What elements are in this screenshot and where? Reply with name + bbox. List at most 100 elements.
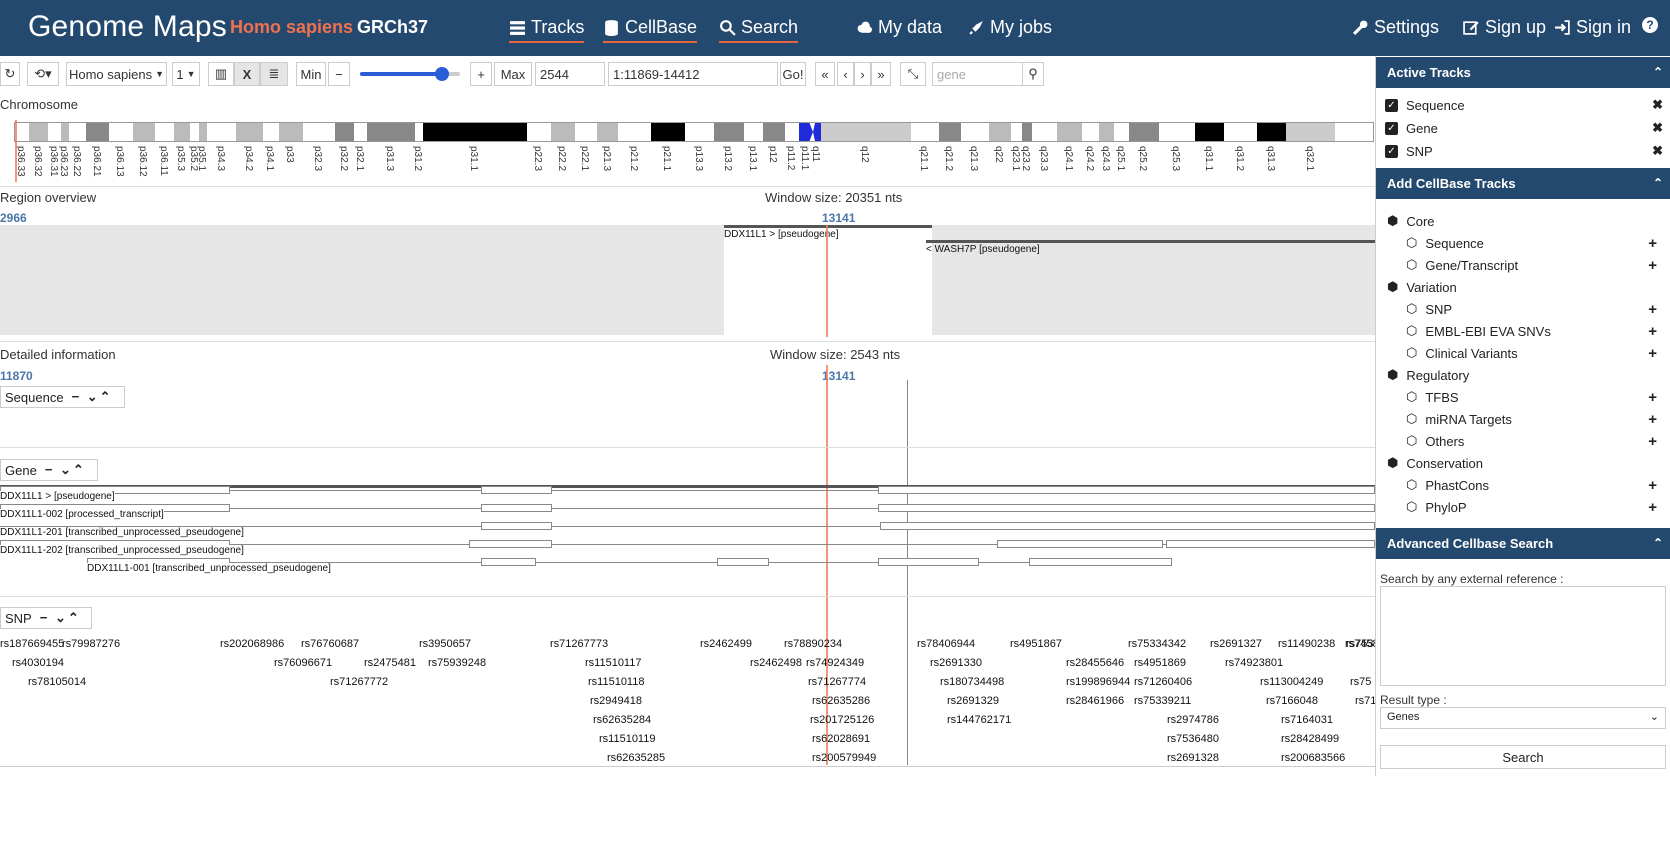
external-reference-input[interactable] [1380, 586, 1666, 686]
add-track-item[interactable]: ⬡ TFBS + [1376, 387, 1670, 407]
add-track-item[interactable]: ⬡ Clinical Variants + [1376, 343, 1670, 363]
snp-label[interactable]: rs200579949 [812, 752, 876, 764]
add-track-item[interactable]: ⬡ PhyloP + [1376, 497, 1670, 517]
zoom-out-button[interactable]: − [328, 62, 350, 86]
snp-label[interactable]: rs2691327 [1210, 638, 1262, 650]
chromosome-band[interactable] [236, 123, 263, 141]
chromosome-band[interactable] [1224, 123, 1257, 141]
compress-button[interactable]: ⤡ [900, 62, 926, 86]
exon[interactable] [1166, 540, 1375, 548]
snp-label[interactable]: rs4951869 [1134, 657, 1186, 669]
chromosome-band[interactable] [1032, 123, 1057, 141]
snp-label[interactable]: rs71267774 [808, 676, 866, 688]
chromosome-band[interactable] [279, 123, 303, 141]
snp-label[interactable]: rs202068986 [220, 638, 284, 650]
chromosome-band[interactable] [911, 123, 939, 141]
checkbox-icon[interactable]: ✓ [1385, 98, 1398, 112]
chromosome-band[interactable] [354, 123, 367, 141]
snp-label[interactable]: rs201725126 [810, 714, 874, 726]
track-group-row[interactable]: ⬢ Conservation [1376, 453, 1670, 473]
add-track-item[interactable]: ⬡ EMBL-EBI EVA SNVs + [1376, 321, 1670, 341]
snp-label[interactable]: rs2974786 [1167, 714, 1219, 726]
add-track-item[interactable]: ⬡ miRNA Targets + [1376, 409, 1670, 429]
chromosome-band[interactable] [1057, 123, 1082, 141]
add-track-item[interactable]: ⬡ Others + [1376, 431, 1670, 451]
snp-label[interactable]: rs74923801 [1225, 657, 1283, 669]
chromosome-band[interactable] [618, 123, 651, 141]
snp-label[interactable]: rs11510119 [599, 733, 655, 745]
chromosome-band[interactable] [799, 123, 813, 141]
add-track-item[interactable]: ⬡ SNP + [1376, 299, 1670, 319]
advanced-search-header[interactable]: Advanced Cellbase Search ⌃ [1376, 528, 1670, 559]
zoom-slider[interactable] [360, 67, 460, 81]
nav-myjobs[interactable]: My jobs [968, 17, 1052, 38]
move-left-button[interactable]: ‹ [837, 62, 854, 86]
chromosome-band[interactable] [415, 123, 423, 141]
snp-label[interactable]: rs62028691 [812, 733, 870, 745]
snp-label[interactable]: rs28428499 [1281, 733, 1339, 745]
chromosome-band[interactable] [15, 123, 29, 141]
snp-label[interactable]: rs2462499 [700, 638, 752, 650]
add-tracks-header[interactable]: Add CellBase Tracks ⌃ [1376, 168, 1670, 199]
chromosome-band[interactable] [651, 123, 685, 141]
snp-label[interactable]: rs78105014 [28, 676, 86, 688]
snp-label[interactable]: rs79987276 [62, 638, 120, 650]
region-input[interactable]: 1:11869-14412 [608, 62, 778, 86]
exon[interactable] [1029, 558, 1172, 566]
chromosome-band[interactable] [1082, 123, 1099, 141]
chromosome-band[interactable] [1129, 123, 1159, 141]
chromosome-band[interactable] [69, 123, 86, 141]
active-track-row[interactable]: ✓ SNP ✖ [1376, 141, 1670, 161]
exon[interactable] [717, 558, 769, 566]
snp-label[interactable]: rs71260406 [1134, 676, 1192, 688]
snp-label[interactable]: rs2949418 [590, 695, 642, 707]
active-track-row[interactable]: ✓ Gene ✖ [1376, 118, 1670, 138]
snp-label[interactable]: rs2691330 [930, 657, 982, 669]
chromosome-band[interactable] [48, 123, 61, 141]
plus-icon[interactable]: + [1648, 499, 1657, 516]
track-controls[interactable]: − ⌄⌃ [40, 610, 81, 626]
track-controls[interactable]: − ⌄⌃ [72, 389, 113, 405]
snp-label[interactable]: rs200683566 [1281, 752, 1345, 764]
chromosome-band[interactable] [29, 123, 48, 141]
exon[interactable] [481, 504, 552, 512]
snp-label[interactable]: rs187669455 [0, 638, 64, 650]
chromosome-band[interactable] [335, 123, 354, 141]
exon[interactable] [481, 522, 552, 530]
plus-icon[interactable]: + [1648, 323, 1657, 340]
snp-label[interactable]: rs199896944 [1066, 676, 1130, 688]
chromosome-band[interactable] [303, 123, 335, 141]
gene-track-header[interactable]: Gene − ⌄⌃ [0, 459, 98, 481]
snp-label[interactable]: rs4951867 [1010, 638, 1062, 650]
chromosome-band[interactable] [575, 123, 597, 141]
snp-label[interactable]: rs753 [1346, 638, 1374, 650]
add-track-item[interactable]: ⬡ Sequence + [1376, 233, 1670, 253]
species-name[interactable]: Homo sapiens [230, 17, 353, 37]
snp-label[interactable]: rs71267772 [330, 676, 388, 688]
add-track-item[interactable]: ⬡ Gene/Transcript + [1376, 255, 1670, 275]
history-button[interactable]: ⟲▾ [27, 62, 59, 86]
chromosome-band[interactable] [1011, 123, 1022, 141]
chromosome-band[interactable] [133, 123, 155, 141]
exon[interactable] [878, 486, 1375, 494]
snp-label[interactable]: rs4030194 [12, 657, 64, 669]
chromosome-band[interactable] [551, 123, 575, 141]
chromosome-band[interactable] [1286, 123, 1335, 141]
snp-label[interactable]: rs62635284 [593, 714, 651, 726]
snp-label[interactable]: rs75939248 [428, 657, 486, 669]
snp-label[interactable]: rs180734498 [940, 676, 1004, 688]
exon[interactable] [880, 522, 1375, 530]
snp-label[interactable]: rs3950657 [419, 638, 471, 650]
snp-label[interactable]: rs28461966 [1066, 695, 1124, 707]
active-tracks-header[interactable]: Active Tracks ⌃ [1376, 57, 1670, 88]
region-toggle[interactable]: ≣ [260, 62, 288, 86]
exon[interactable] [481, 558, 536, 566]
snp-label[interactable]: rs62635286 [812, 695, 870, 707]
chromosome-band[interactable] [763, 123, 785, 141]
snp-label[interactable]: rs712599 [1355, 695, 1375, 707]
snp-label[interactable]: rs2462498 [750, 657, 802, 669]
plus-icon[interactable]: + [1648, 345, 1657, 362]
snp-label[interactable]: rs62635285 [607, 752, 665, 764]
overview-window[interactable] [724, 225, 932, 335]
chromosome-band[interactable] [597, 123, 618, 141]
